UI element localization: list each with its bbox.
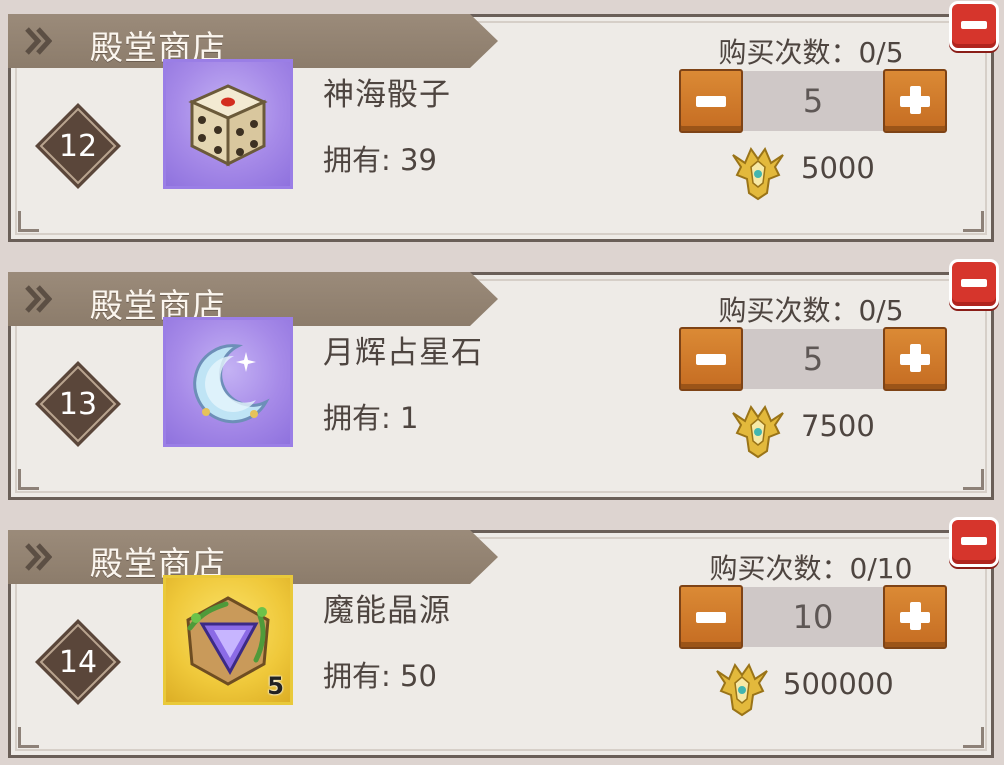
price: 5000 xyxy=(801,151,875,185)
owned-count: 拥有: 39 xyxy=(323,143,437,177)
purchase-limit: 购买次数：0/5 xyxy=(718,36,904,69)
corner-ornament xyxy=(963,469,984,490)
quantity-input[interactable]: 5 xyxy=(743,329,883,389)
item-slot[interactable] xyxy=(163,59,293,189)
decrease-button[interactable] xyxy=(679,69,743,133)
index-number: 14 xyxy=(58,645,98,680)
index-badge: 13 xyxy=(33,359,123,449)
hall-crest-icon xyxy=(732,404,784,459)
corner-ornament xyxy=(18,469,39,490)
double-arrow-icon xyxy=(25,543,52,571)
plus-icon-bar xyxy=(910,602,921,630)
owned-count: 拥有: 50 xyxy=(323,659,437,693)
shop-item-card: 殿堂商店 14 5 魔能晶源 拥有: 50 购买次数：0/10 10 50000… xyxy=(8,517,999,758)
increase-button[interactable] xyxy=(883,585,947,649)
shop-item-card: 殿堂商店 12 神海骰子 拥有: 39 购买次数：0/5 5 5000 xyxy=(8,1,999,242)
index-number: 13 xyxy=(58,387,98,422)
index-badge: 12 xyxy=(33,101,123,191)
corner-ornament xyxy=(963,727,984,748)
remove-button[interactable] xyxy=(949,259,999,309)
minus-icon xyxy=(696,612,726,623)
shop-item-card: 殿堂商店 13 月辉占星石 拥有: 1 购买次数：0/5 5 7500 xyxy=(8,259,999,500)
quantity-stepper: 5 xyxy=(679,327,947,391)
minus-icon xyxy=(961,21,987,29)
magic-crystal-icon xyxy=(186,596,270,686)
price: 500000 xyxy=(783,667,894,701)
stack-count: 5 xyxy=(267,672,284,700)
quantity-input[interactable]: 5 xyxy=(743,71,883,131)
quantity-stepper: 5 xyxy=(679,69,947,133)
minus-icon xyxy=(961,537,987,545)
index-badge: 14 xyxy=(33,617,123,707)
corner-ornament xyxy=(18,211,39,232)
index-number: 12 xyxy=(58,129,98,164)
corner-ornament xyxy=(18,727,39,748)
plus-icon-bar xyxy=(910,344,921,372)
price: 7500 xyxy=(801,409,875,443)
remove-button[interactable] xyxy=(949,517,999,567)
owned-count: 拥有: 1 xyxy=(323,401,419,435)
minus-icon xyxy=(696,354,726,365)
item-name: 魔能晶源 xyxy=(323,593,451,629)
item-name: 神海骰子 xyxy=(323,77,451,113)
decrease-button[interactable] xyxy=(679,585,743,649)
hall-crest-icon xyxy=(716,662,768,717)
increase-button[interactable] xyxy=(883,69,947,133)
quantity-input[interactable]: 10 xyxy=(743,587,883,647)
increase-button[interactable] xyxy=(883,327,947,391)
hall-crest-icon xyxy=(732,146,784,201)
moon-stone-icon xyxy=(193,344,270,424)
double-arrow-icon xyxy=(25,285,52,313)
double-arrow-icon xyxy=(25,27,52,55)
remove-button[interactable] xyxy=(949,1,999,51)
purchase-limit: 购买次数：0/5 xyxy=(718,294,904,327)
decrease-button[interactable] xyxy=(679,327,743,391)
dice-icon xyxy=(188,84,268,167)
item-name: 月辉占星石 xyxy=(323,335,483,371)
minus-icon xyxy=(696,96,726,107)
quantity-stepper: 10 xyxy=(679,585,947,649)
minus-icon xyxy=(961,279,987,287)
item-slot[interactable] xyxy=(163,317,293,447)
item-slot[interactable]: 5 xyxy=(163,575,293,705)
purchase-limit: 购买次数：0/10 xyxy=(709,552,913,585)
corner-ornament xyxy=(963,211,984,232)
plus-icon-bar xyxy=(910,86,921,114)
